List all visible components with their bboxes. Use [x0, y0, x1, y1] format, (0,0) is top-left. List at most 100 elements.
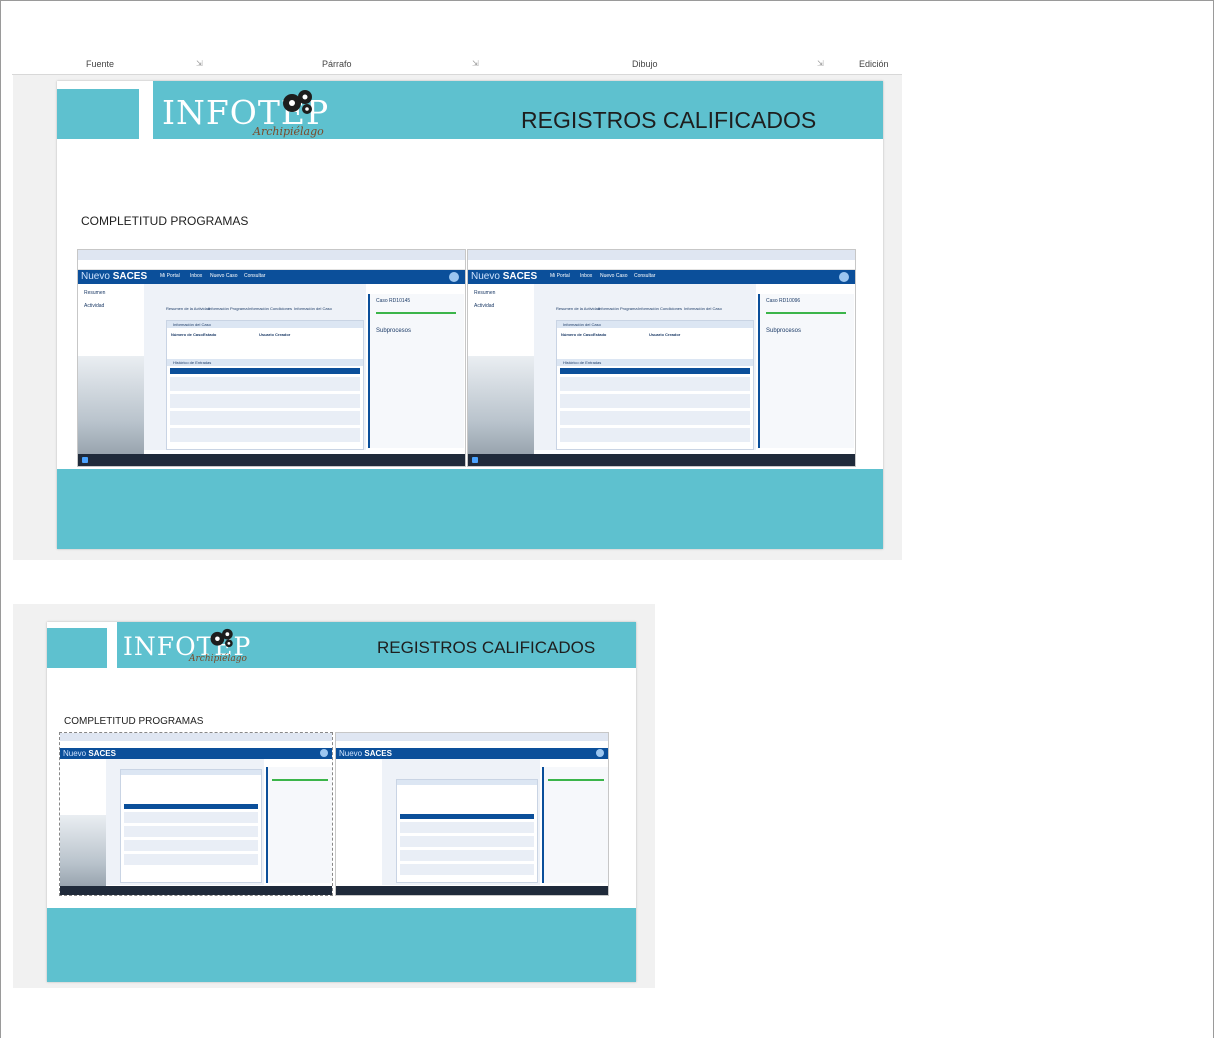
table-row [400, 836, 534, 847]
app-sidebar [60, 759, 106, 895]
launcher-icon[interactable]: ⇲ [817, 59, 824, 68]
avatar[interactable] [449, 272, 459, 282]
history-title: Histórico de Entradas [173, 360, 212, 365]
taskbar [336, 886, 608, 895]
nav-item[interactable]: Nuevo Caso [600, 273, 628, 279]
app-sidebar [336, 759, 382, 895]
case-card: Información del Caso Número de Caso Esta… [166, 320, 364, 450]
app-navbar: Nuevo SACES Mi Portal Inbox Nuevo Caso C… [78, 270, 465, 284]
ribbon-group-drawing[interactable]: Dibujo [632, 59, 658, 69]
slide-subtitle: COMPLETITUD PROGRAMAS [64, 716, 204, 727]
laptop-photo [468, 356, 534, 466]
slide-title: REGISTROS CALIFICADOS [521, 107, 817, 133]
logo-side-box [57, 89, 139, 139]
avatar[interactable] [839, 272, 849, 282]
table-row [400, 864, 534, 875]
app-brand: Nuevo SACES [63, 749, 116, 758]
progress-bar [376, 312, 456, 314]
tab-label[interactable]: Información del Caso [684, 306, 722, 311]
field-label: Estado [203, 332, 217, 337]
case-panel: Caso RD10145 Subprocesos [368, 294, 464, 448]
slide-footer-band [57, 469, 883, 549]
sidebar-item[interactable]: Resumen [474, 290, 495, 296]
laptop-photo [78, 356, 144, 466]
launcher-icon[interactable]: ⇲ [196, 59, 203, 68]
nav-item[interactable]: Inbox [580, 273, 592, 279]
field-label: Estado [593, 332, 607, 337]
history-header [560, 368, 750, 374]
subprocesses-title: Subprocesos [376, 328, 412, 334]
app-brand: Nuevo SACES [471, 271, 538, 282]
nav-item[interactable]: Mi Portal [160, 273, 180, 279]
case-id: Caso RD10145 [376, 298, 411, 304]
case-panel [542, 767, 608, 883]
case-card [396, 779, 538, 883]
field-label: Número de Caso [561, 332, 593, 337]
embedded-screenshot-left[interactable]: Nuevo SACES [59, 732, 333, 896]
sidebar-item[interactable]: Actividad [84, 303, 104, 309]
windows-start-icon[interactable] [472, 457, 478, 463]
table-row [170, 411, 360, 425]
nav-item[interactable]: Consultar [244, 273, 265, 279]
app-main: Resumen de la Actividad Información Prog… [144, 284, 366, 450]
case-panel [266, 767, 332, 883]
gear-logo-icon [283, 90, 312, 114]
avatar[interactable] [596, 749, 604, 757]
slide: INFOTEP Archipiélago REGISTROS CALIFICAD… [57, 81, 883, 549]
avatar[interactable] [320, 749, 328, 757]
embedded-screenshot-left: Nuevo SACES Mi Portal Inbox Nuevo Caso C… [77, 249, 466, 467]
tab-label[interactable]: Información del Caso [294, 306, 332, 311]
browser-tabstrip [468, 250, 855, 260]
taskbar [78, 454, 465, 466]
sidebar-item[interactable]: Resumen [84, 290, 105, 296]
nav-item[interactable]: Inbox [190, 273, 202, 279]
app-navbar: Nuevo SACES [60, 748, 332, 759]
app-navbar: Nuevo SACES Mi Portal Inbox Nuevo Caso C… [468, 270, 855, 284]
slide-screenshot-1: INFOTEP Archipiélago REGISTROS CALIFICAD… [13, 75, 902, 560]
table-row [400, 850, 534, 861]
app-brand: Nuevo SACES [339, 749, 392, 758]
table-row [560, 377, 750, 391]
slide-subtitle: COMPLETITUD PROGRAMAS [81, 214, 249, 228]
tab-label[interactable]: Información Programa [208, 306, 248, 311]
table-row [560, 411, 750, 425]
launcher-icon[interactable]: ⇲ [472, 59, 479, 68]
history-header [170, 368, 360, 374]
logo-script: Archipiélago [253, 125, 324, 138]
browser-address-bar [468, 260, 855, 270]
nav-item[interactable]: Consultar [634, 273, 655, 279]
table-row [170, 428, 360, 442]
app-sidebar: Resumen Actividad [78, 284, 144, 466]
tab-label[interactable]: Información Condiciones [638, 306, 682, 311]
browser-address-bar [78, 260, 465, 270]
gear-logo-icon [210, 628, 233, 648]
case-id: Caso RD10096 [766, 298, 801, 304]
ribbon-group-paragraph[interactable]: Párrafo [322, 59, 352, 69]
table-row [124, 840, 258, 851]
slide-footer-band [47, 908, 636, 982]
ribbon-group-font[interactable]: Fuente [86, 59, 114, 69]
tab-label[interactable]: Información Condiciones [248, 306, 292, 311]
tab-label[interactable]: Información Programa [598, 306, 638, 311]
slide: INFOTEP Archipiélago REGISTROS CALIFICAD… [47, 622, 636, 982]
windows-start-icon[interactable] [82, 457, 88, 463]
card-title: Información del Caso [173, 322, 211, 327]
tab-label[interactable]: Resumen de la Actividad [556, 306, 600, 311]
slide-screenshot-2: INFOTEP Archipiélago REGISTROS CALIFICAD… [13, 604, 655, 988]
table-row [170, 394, 360, 408]
history-title: Histórico de Entradas [563, 360, 602, 365]
table-row [170, 377, 360, 391]
sidebar-item[interactable]: Actividad [474, 303, 494, 309]
field-label: Usuario Creador [649, 332, 681, 337]
app-sidebar: Resumen Actividad [468, 284, 534, 466]
tab-label[interactable]: Resumen de la Actividad [166, 306, 210, 311]
app-main: Resumen de la Actividad Información Prog… [534, 284, 756, 450]
card-title: Información del Caso [563, 322, 601, 327]
slide-title: REGISTROS CALIFICADOS [377, 638, 596, 657]
table-row [124, 854, 258, 865]
nav-item[interactable]: Nuevo Caso [210, 273, 238, 279]
logo-script: Archipiélago [189, 654, 247, 664]
nav-item[interactable]: Mi Portal [550, 273, 570, 279]
case-card: Información del Caso Número de Caso Esta… [556, 320, 754, 450]
ribbon-group-editing[interactable]: Edición [859, 59, 889, 69]
